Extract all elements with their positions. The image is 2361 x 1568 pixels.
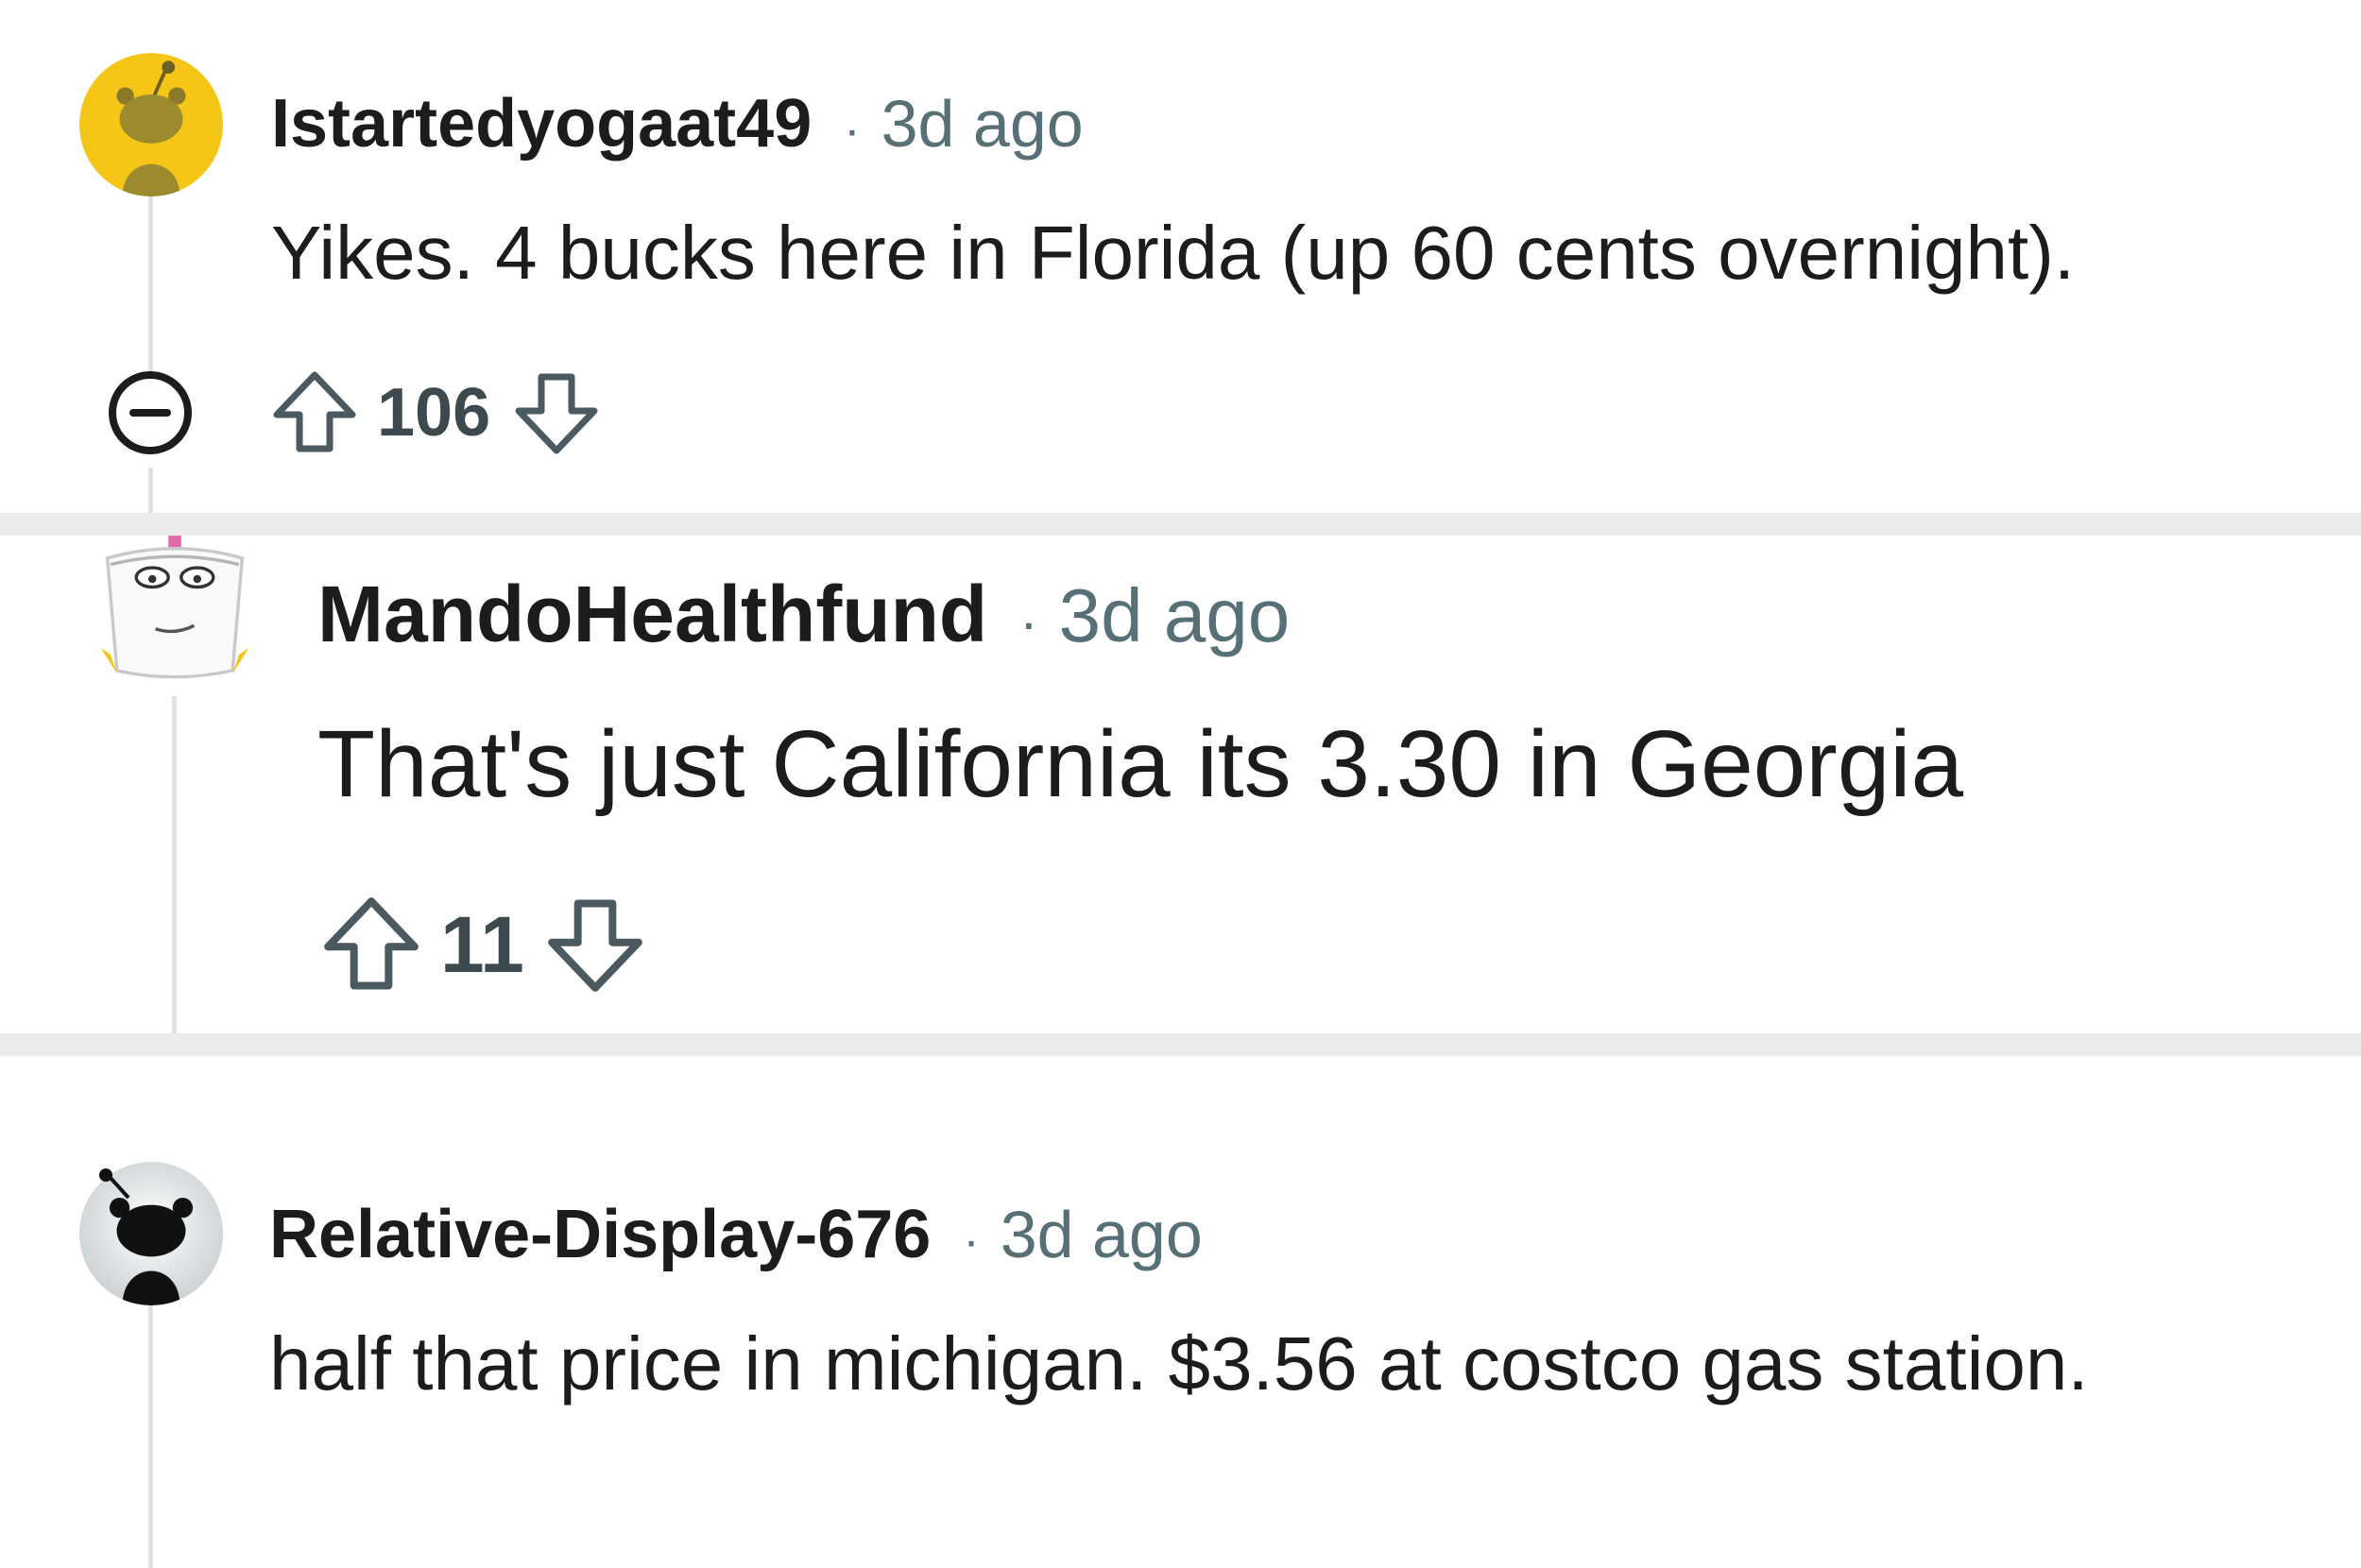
comment-meta: MandoHealthfund · 3d ago [317, 569, 1290, 660]
username[interactable]: MandoHealthfund [317, 569, 987, 660]
comment-meta: Istartedyogaat49 · 3d ago [271, 85, 1084, 162]
thread-line [148, 1302, 153, 1568]
vote-bar: 11 [319, 893, 647, 997]
meta-separator: · [844, 103, 861, 158]
comment-body: half that price in michigan. $3.56 at co… [269, 1321, 2089, 1406]
comment-divider [0, 1033, 2361, 1056]
comment-2: MandoHealthfund · 3d ago That's just Cal… [0, 536, 2361, 1033]
comment-meta: Relative-Display-676 · 3d ago [269, 1196, 1203, 1273]
avatar-cup-character-icon[interactable] [94, 536, 255, 687]
timestamp[interactable]: 3d ago [1001, 1197, 1203, 1272]
upvote-icon[interactable] [269, 367, 360, 458]
comment-1: Istartedyogaat49 · 3d ago Yikes. 4 bucks… [0, 0, 2361, 513]
timestamp[interactable]: 3d ago [881, 86, 1084, 162]
thread-line [148, 189, 153, 373]
comment-body: That's just California its 3.30 in Georg… [317, 711, 1964, 817]
avatar-snoo-yellow-icon[interactable] [79, 53, 223, 196]
comment-body: Yikes. 4 bucks here in Florida (up 60 ce… [271, 211, 2076, 295]
thread-line [148, 468, 153, 513]
username[interactable]: Istartedyogaat49 [271, 85, 812, 162]
comment-divider [0, 513, 2361, 536]
meta-separator: · [1019, 592, 1038, 654]
collapse-thread-icon[interactable] [106, 368, 195, 457]
thread-line [172, 696, 177, 1033]
meta-separator: · [963, 1214, 980, 1269]
timestamp[interactable]: 3d ago [1059, 572, 1291, 659]
downvote-icon[interactable] [543, 893, 647, 997]
vote-score: 106 [377, 375, 491, 451]
downvote-icon[interactable] [511, 367, 602, 458]
antenna-icon [94, 1166, 151, 1203]
comment-3: Relative-Display-676 · 3d ago half that … [0, 1056, 2361, 1568]
vote-bar: 106 [269, 366, 602, 459]
username[interactable]: Relative-Display-676 [269, 1196, 931, 1273]
comment-thread: Istartedyogaat49 · 3d ago Yikes. 4 bucks… [0, 0, 2361, 1568]
vote-score: 11 [440, 899, 524, 989]
upvote-icon[interactable] [319, 893, 423, 997]
